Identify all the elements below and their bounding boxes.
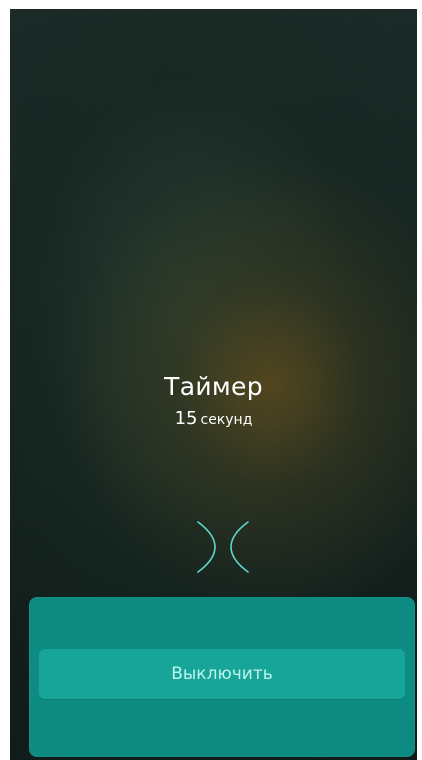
turn-off-button[interactable]: Выключить xyxy=(39,649,405,699)
timer-info: Таймер 15 секунд xyxy=(10,372,417,431)
chevron-collapse-icon[interactable] xyxy=(194,518,252,576)
timer-value: 15 xyxy=(174,408,198,429)
timer-duration: 15 секунд xyxy=(10,408,417,431)
timer-screen: Таймер 15 секунд Выключить xyxy=(10,9,417,760)
timer-unit: секунд xyxy=(200,412,253,428)
action-panel: Выключить xyxy=(29,597,415,757)
timer-title: Таймер xyxy=(164,372,263,401)
